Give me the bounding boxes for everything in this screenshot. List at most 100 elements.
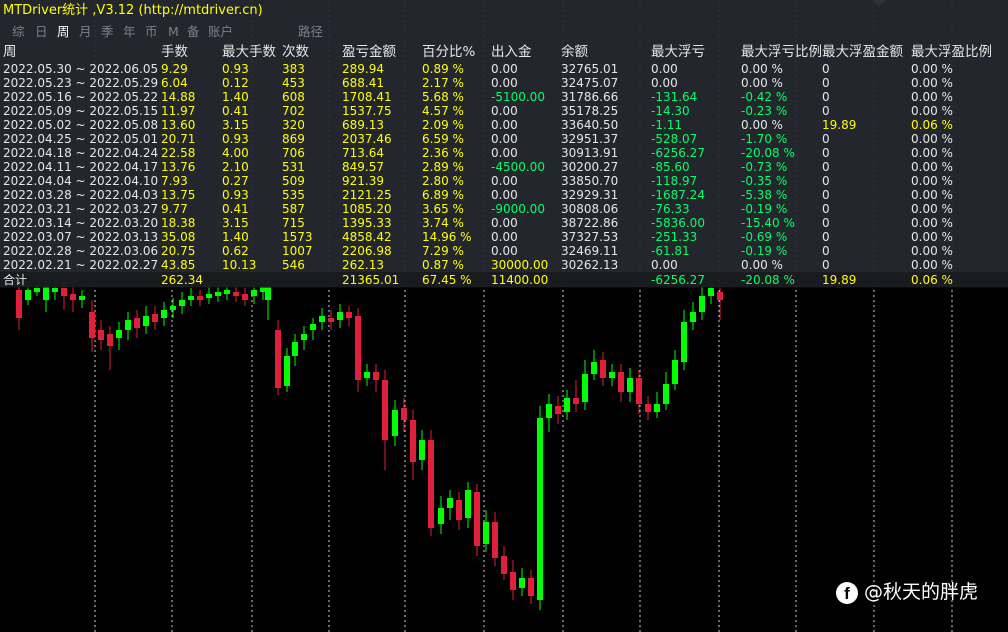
bull-candle — [79, 290, 85, 308]
table-row: 2022.02.21 ~ 2022.02.27 43.85 10.13 546 262.… — [0, 258, 1008, 272]
tab-3[interactable]: 月 — [79, 22, 92, 42]
table-cell: 688.41 — [342, 76, 384, 90]
column-header[interactable]: 周 — [3, 42, 17, 62]
table-cell: 2037.46 — [342, 132, 392, 146]
table-cell: 38722.86 — [561, 216, 619, 230]
bear-candle — [528, 570, 534, 604]
bear-candle — [501, 546, 507, 580]
column-header[interactable]: 最大手数 — [222, 42, 276, 62]
table-cell: -9000.00 — [491, 202, 545, 216]
table-cell: 0.00 % — [741, 258, 783, 272]
table-cell: -251.33 — [651, 230, 698, 244]
table-header: 周 手数 最大手数 次数 盈亏金额 百分比% 出入金 余额 最大浮亏 最大浮亏比例 最大浮盈金额 最大… — [0, 42, 1008, 62]
tab-4[interactable]: 季 — [101, 22, 114, 42]
table-cell: 0.00 — [491, 62, 518, 76]
bull-candle — [215, 286, 221, 302]
table-cell: 11.97 — [161, 104, 196, 118]
bear-candle — [346, 306, 352, 326]
table-cell: 0.41 — [222, 104, 249, 118]
summary-cell: -6256.27 — [651, 273, 705, 287]
table-cell: 535 — [282, 188, 305, 202]
tab-6[interactable]: 币 — [145, 22, 158, 42]
table-cell: -0.35 % — [741, 174, 788, 188]
table-cell: 2022.02.28 ~ 2022.03.06 — [3, 244, 159, 258]
table-cell: 0.00 — [651, 258, 678, 272]
table-cell: 1537.75 — [342, 104, 392, 118]
table-cell: 35.08 — [161, 230, 196, 244]
table-cell: 1007 — [282, 244, 313, 258]
mt-chart-window: { "title": "MTDriver统计 ,V3.12 (http://mt… — [0, 0, 1008, 632]
column-header[interactable]: 余额 — [561, 42, 588, 62]
tab-7[interactable]: M — [168, 22, 179, 42]
table-cell: 0.00 % — [911, 76, 953, 90]
bull-candle — [699, 286, 705, 320]
bear-candle — [636, 370, 642, 414]
table-cell: 2.10 — [222, 160, 249, 174]
column-header[interactable]: 最大浮盈比例 — [911, 42, 992, 62]
table-cell: 14.88 — [161, 90, 196, 104]
table-cell: 0.00 % — [911, 104, 953, 118]
column-header[interactable]: 出入金 — [491, 42, 532, 62]
table-cell: 2.36 % — [422, 146, 464, 160]
table-cell: 32475.07 — [561, 76, 619, 90]
table-cell: -0.19 % — [741, 202, 788, 216]
table-row: 2022.04.04 ~ 2022.04.10 7.93 0.27 509 921.39… — [0, 174, 1008, 188]
tab-0[interactable]: 综 — [12, 22, 25, 42]
summary-cell: 0.06 % — [911, 273, 953, 287]
table-cell: 608 — [282, 90, 305, 104]
bull-candle — [564, 390, 570, 420]
tab-10[interactable]: 路径 — [298, 22, 323, 42]
table-cell: 0.00 — [651, 76, 678, 90]
table-cell: 509 — [282, 174, 305, 188]
table-cell: 2022.05.02 ~ 2022.05.08 — [3, 118, 159, 132]
table-cell: 0 — [822, 174, 830, 188]
tab-8[interactable]: 备 — [187, 22, 200, 42]
facebook-icon: f — [836, 581, 858, 604]
column-header[interactable]: 最大浮亏比例 — [741, 42, 822, 62]
table-cell: 10.13 — [222, 258, 257, 272]
summary-row: 合计 262.34 21365.01 67.45 % 11400.00 -6256.27 -… — [0, 272, 1008, 288]
table-cell: 37327.53 — [561, 230, 619, 244]
table-cell: -5.38 % — [741, 188, 788, 202]
bull-candle — [188, 288, 194, 306]
table-row: 2022.02.28 ~ 2022.03.06 20.75 0.62 1007 2206… — [0, 244, 1008, 258]
tab-2[interactable]: 周 — [57, 22, 70, 42]
bear-candle — [401, 398, 407, 432]
bear-candle — [355, 308, 361, 392]
tab-1[interactable]: 日 — [35, 22, 48, 42]
column-header[interactable]: 盈亏金额 — [342, 42, 396, 62]
column-header[interactable]: 次数 — [282, 42, 309, 62]
table-cell: 0.00 — [491, 104, 518, 118]
table-cell: -0.69 % — [741, 230, 788, 244]
column-header[interactable]: 最大浮亏 — [651, 42, 705, 62]
table-cell: -6256.27 — [651, 146, 705, 160]
table-cell: 32469.11 — [561, 244, 619, 258]
table-cell: 0.00 % — [911, 146, 953, 160]
table-cell: 0 — [822, 132, 830, 146]
summary-cell: 19.89 — [822, 273, 857, 287]
table-cell: 0.93 — [222, 62, 249, 76]
table-cell: 32951.37 — [561, 132, 619, 146]
table-row: 2022.05.23 ~ 2022.05.29 6.04 0.12 453 688.41… — [0, 76, 1008, 90]
tab-5[interactable]: 年 — [123, 22, 136, 42]
mtdriver-stats-panel: MTDriver统计 ,V3.12 (http://mtdriver.cn) 综… — [0, 0, 1008, 288]
table-cell: 0.00 % — [911, 90, 953, 104]
table-cell: 1.40 — [222, 230, 249, 244]
panel-title: MTDriver统计 ,V3.12 (http://mtdriver.cn) — [3, 3, 263, 18]
table-cell: 30000.00 — [491, 258, 549, 272]
column-header[interactable]: 百分比% — [422, 42, 475, 62]
table-cell: 2022.03.21 ~ 2022.03.27 — [3, 202, 159, 216]
table-cell: 4.57 % — [422, 104, 464, 118]
column-header[interactable]: 手数 — [161, 42, 188, 62]
bear-candle — [456, 492, 462, 530]
table-cell: 1395.33 — [342, 216, 392, 230]
table-row: 2022.05.30 ~ 2022.06.05 9.29 0.93 383 289.94… — [0, 62, 1008, 76]
table-cell: 869 — [282, 132, 305, 146]
tab-9[interactable]: 账户 — [208, 22, 233, 42]
table-cell: 2.80 % — [422, 174, 464, 188]
table-cell: 33850.70 — [561, 174, 619, 188]
column-header[interactable]: 最大浮盈金额 — [822, 42, 903, 62]
table-cell: 43.85 — [161, 258, 196, 272]
table-cell: -1687.24 — [651, 188, 705, 202]
table-cell: 6.04 — [161, 76, 188, 90]
